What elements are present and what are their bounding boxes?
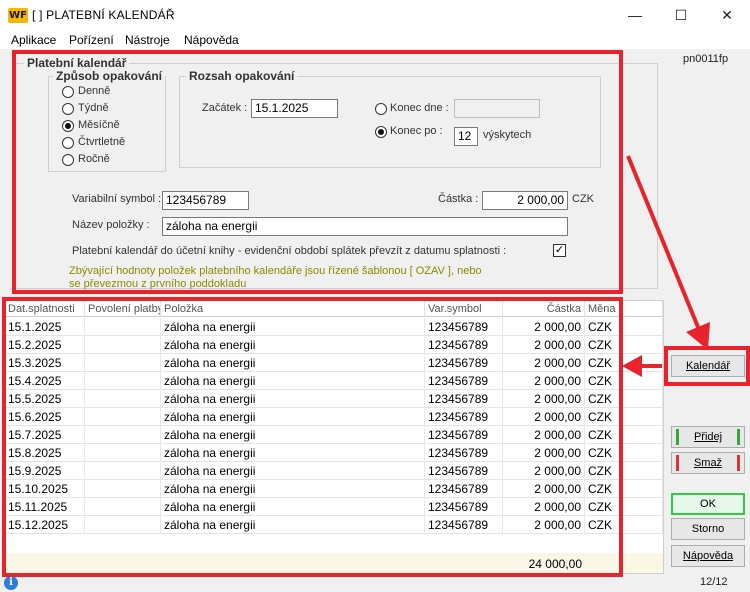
form-code: pn0011fp [683, 53, 729, 65]
record-counter: 12/12 [700, 576, 728, 588]
delete-marker-right [737, 455, 740, 471]
menu-aplikace[interactable]: Aplikace [11, 33, 56, 47]
close-button[interactable]: ✕ [704, 0, 750, 31]
arrowhead-left [622, 355, 642, 377]
menu-napoveda[interactable]: Nápověda [184, 33, 239, 47]
maximize-button[interactable]: ☐ [658, 0, 704, 31]
menu-porizeni[interactable]: Pořízení [69, 33, 114, 47]
annotation-arrows [622, 155, 710, 377]
delete-marker [676, 455, 679, 471]
app-logo: WF [8, 8, 28, 23]
menu-nastroje[interactable]: Nástroje [125, 33, 170, 47]
delete-button-label: Smaž [693, 457, 723, 469]
title-bar: WF [ ] PLATEBNÍ KALENDÁŘ — ☐ ✕ [0, 0, 750, 31]
minimize-button[interactable]: — [612, 0, 658, 31]
info-icon[interactable]: i [4, 576, 18, 590]
annotation-table-highlight [2, 297, 623, 577]
storno-button[interactable]: Storno [671, 518, 745, 540]
add-button-label: Přidej [693, 431, 723, 443]
window-title: [ ] PLATEBNÍ KALENDÁŘ [32, 8, 175, 22]
add-marker-right [737, 429, 740, 445]
delete-button[interactable]: Smaž [671, 452, 745, 474]
add-marker [676, 429, 679, 445]
help-button-label: Nápověda [682, 550, 734, 562]
add-button[interactable]: Přidej [671, 426, 745, 448]
arrow-form-to-button [626, 155, 702, 333]
annotation-form-highlight [12, 50, 623, 294]
help-button[interactable]: Nápověda [671, 545, 745, 567]
ok-button[interactable]: OK [671, 493, 745, 515]
